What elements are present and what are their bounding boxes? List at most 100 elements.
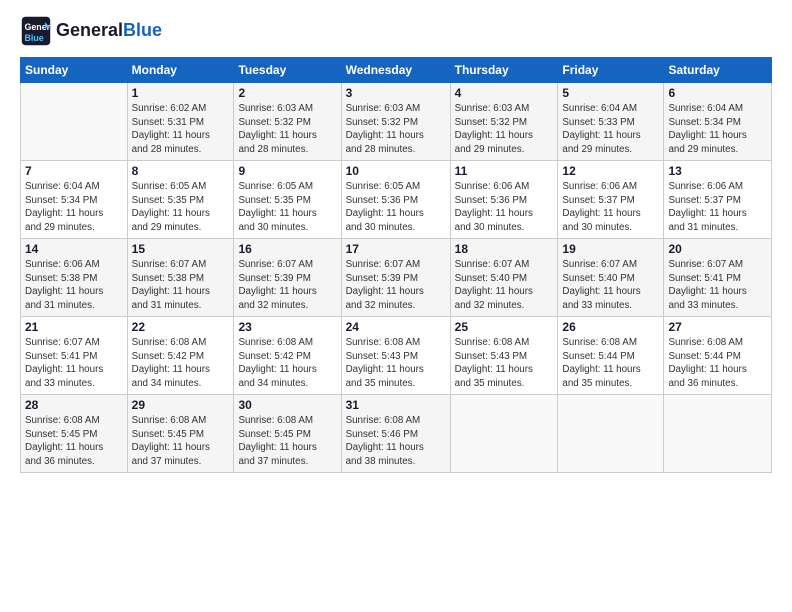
day-info: Sunrise: 6:07 AM Sunset: 5:41 PM Dayligh… xyxy=(25,336,123,391)
calendar-cell: 11 Sunrise: 6:06 AM Sunset: 5:36 PM Dayli… xyxy=(450,161,558,239)
calendar-body: 1 Sunrise: 6:02 AM Sunset: 5:31 PM Daylig… xyxy=(21,83,772,473)
calendar-cell: 24 Sunrise: 6:08 AM Sunset: 5:43 PM Dayli… xyxy=(341,317,450,395)
weekday-header-thursday: Thursday xyxy=(450,58,558,83)
calendar-cell xyxy=(450,395,558,473)
calendar-cell: 12 Sunrise: 6:06 AM Sunset: 5:37 PM Dayli… xyxy=(558,161,664,239)
day-number: 2 xyxy=(238,86,336,100)
calendar-cell: 5 Sunrise: 6:04 AM Sunset: 5:33 PM Daylig… xyxy=(558,83,664,161)
day-info: Sunrise: 6:07 AM Sunset: 5:41 PM Dayligh… xyxy=(668,258,767,313)
calendar-cell: 8Sunrise: 6:05 AM Sunset: 5:35 PM Daylig… xyxy=(127,161,234,239)
weekday-header-friday: Friday xyxy=(558,58,664,83)
day-info: Sunrise: 6:08 AM Sunset: 5:44 PM Dayligh… xyxy=(668,336,767,391)
day-info: Sunrise: 6:06 AM Sunset: 5:36 PM Dayligh… xyxy=(455,180,554,235)
day-number: 10 xyxy=(346,164,446,178)
day-info: Sunrise: 6:07 AM Sunset: 5:39 PM Dayligh… xyxy=(238,258,336,313)
day-number: 1 xyxy=(132,86,230,100)
day-number: 9 xyxy=(238,164,336,178)
day-number: 5 xyxy=(562,86,659,100)
day-number: 31 xyxy=(346,398,446,412)
day-number: 27 xyxy=(668,320,767,334)
day-info: Sunrise: 6:03 AM Sunset: 5:32 PM Dayligh… xyxy=(346,102,446,157)
calendar-week-2: 7 Sunrise: 6:04 AM Sunset: 5:34 PM Daylig… xyxy=(21,161,772,239)
calendar-cell: 19 Sunrise: 6:07 AM Sunset: 5:40 PM Dayli… xyxy=(558,239,664,317)
day-info: Sunrise: 6:04 AM Sunset: 5:34 PM Dayligh… xyxy=(668,102,767,157)
day-info: Sunrise: 6:04 AM Sunset: 5:34 PM Dayligh… xyxy=(25,180,123,235)
calendar-cell: 7 Sunrise: 6:04 AM Sunset: 5:34 PM Daylig… xyxy=(21,161,128,239)
calendar-cell: 4Sunrise: 6:03 AM Sunset: 5:32 PM Daylig… xyxy=(450,83,558,161)
weekday-header-sunday: Sunday xyxy=(21,58,128,83)
weekday-header-row: SundayMondayTuesdayWednesdayThursdayFrid… xyxy=(21,58,772,83)
svg-text:Blue: Blue xyxy=(24,33,43,43)
page: General Blue GeneralBlue SundayMondayTue… xyxy=(0,0,792,612)
calendar-week-1: 1 Sunrise: 6:02 AM Sunset: 5:31 PM Daylig… xyxy=(21,83,772,161)
day-number: 17 xyxy=(346,242,446,256)
day-number: 6 xyxy=(668,86,767,100)
calendar-cell: 29 Sunrise: 6:08 AM Sunset: 5:45 PM Dayli… xyxy=(127,395,234,473)
day-info: Sunrise: 6:07 AM Sunset: 5:40 PM Dayligh… xyxy=(562,258,659,313)
day-info: Sunrise: 6:08 AM Sunset: 5:45 PM Dayligh… xyxy=(238,414,336,469)
calendar-cell: 10Sunrise: 6:05 AM Sunset: 5:36 PM Dayli… xyxy=(341,161,450,239)
day-number: 15 xyxy=(132,242,230,256)
day-number: 26 xyxy=(562,320,659,334)
day-number: 22 xyxy=(132,320,230,334)
day-info: Sunrise: 6:08 AM Sunset: 5:46 PM Dayligh… xyxy=(346,414,446,469)
calendar-cell: 16 Sunrise: 6:07 AM Sunset: 5:39 PM Dayli… xyxy=(234,239,341,317)
day-number: 16 xyxy=(238,242,336,256)
day-info: Sunrise: 6:08 AM Sunset: 5:44 PM Dayligh… xyxy=(562,336,659,391)
day-info: Sunrise: 6:07 AM Sunset: 5:38 PM Dayligh… xyxy=(132,258,230,313)
day-number: 8 xyxy=(132,164,230,178)
day-number: 3 xyxy=(346,86,446,100)
calendar-cell: 25Sunrise: 6:08 AM Sunset: 5:43 PM Dayli… xyxy=(450,317,558,395)
day-number: 7 xyxy=(25,164,123,178)
day-number: 21 xyxy=(25,320,123,334)
logo-text-line1: GeneralBlue xyxy=(56,21,162,41)
day-info: Sunrise: 6:08 AM Sunset: 5:45 PM Dayligh… xyxy=(25,414,123,469)
day-number: 30 xyxy=(238,398,336,412)
calendar-cell: 1 Sunrise: 6:02 AM Sunset: 5:31 PM Daylig… xyxy=(127,83,234,161)
calendar-cell xyxy=(21,83,128,161)
calendar-cell: 31 Sunrise: 6:08 AM Sunset: 5:46 PM Dayli… xyxy=(341,395,450,473)
day-number: 18 xyxy=(455,242,554,256)
calendar-cell: 20 Sunrise: 6:07 AM Sunset: 5:41 PM Dayli… xyxy=(664,239,772,317)
day-info: Sunrise: 6:08 AM Sunset: 5:42 PM Dayligh… xyxy=(238,336,336,391)
day-number: 28 xyxy=(25,398,123,412)
weekday-header-monday: Monday xyxy=(127,58,234,83)
day-number: 14 xyxy=(25,242,123,256)
day-number: 24 xyxy=(346,320,446,334)
calendar-cell: 21 Sunrise: 6:07 AM Sunset: 5:41 PM Dayli… xyxy=(21,317,128,395)
day-info: Sunrise: 6:07 AM Sunset: 5:39 PM Dayligh… xyxy=(346,258,446,313)
day-info: Sunrise: 6:08 AM Sunset: 5:42 PM Dayligh… xyxy=(132,336,230,391)
day-number: 20 xyxy=(668,242,767,256)
day-number: 12 xyxy=(562,164,659,178)
weekday-header-wednesday: Wednesday xyxy=(341,58,450,83)
calendar-cell: 2 Sunrise: 6:03 AM Sunset: 5:32 PM Daylig… xyxy=(234,83,341,161)
calendar-cell: 6 Sunrise: 6:04 AM Sunset: 5:34 PM Daylig… xyxy=(664,83,772,161)
day-number: 4 xyxy=(455,86,554,100)
calendar-cell: 22 Sunrise: 6:08 AM Sunset: 5:42 PM Dayli… xyxy=(127,317,234,395)
day-info: Sunrise: 6:06 AM Sunset: 5:37 PM Dayligh… xyxy=(562,180,659,235)
weekday-header-saturday: Saturday xyxy=(664,58,772,83)
day-info: Sunrise: 6:02 AM Sunset: 5:31 PM Dayligh… xyxy=(132,102,230,157)
calendar-cell: 14Sunrise: 6:06 AM Sunset: 5:38 PM Dayli… xyxy=(21,239,128,317)
day-number: 11 xyxy=(455,164,554,178)
day-number: 13 xyxy=(668,164,767,178)
day-number: 19 xyxy=(562,242,659,256)
calendar-week-3: 14Sunrise: 6:06 AM Sunset: 5:38 PM Dayli… xyxy=(21,239,772,317)
day-number: 29 xyxy=(132,398,230,412)
calendar-table: SundayMondayTuesdayWednesdayThursdayFrid… xyxy=(20,57,772,473)
calendar-week-4: 21 Sunrise: 6:07 AM Sunset: 5:41 PM Dayli… xyxy=(21,317,772,395)
day-info: Sunrise: 6:06 AM Sunset: 5:37 PM Dayligh… xyxy=(668,180,767,235)
calendar-cell: 26 Sunrise: 6:08 AM Sunset: 5:44 PM Dayli… xyxy=(558,317,664,395)
calendar-cell: 15 Sunrise: 6:07 AM Sunset: 5:38 PM Dayli… xyxy=(127,239,234,317)
day-info: Sunrise: 6:03 AM Sunset: 5:32 PM Dayligh… xyxy=(238,102,336,157)
calendar-cell: 23Sunrise: 6:08 AM Sunset: 5:42 PM Dayli… xyxy=(234,317,341,395)
day-info: Sunrise: 6:08 AM Sunset: 5:43 PM Dayligh… xyxy=(455,336,554,391)
day-info: Sunrise: 6:08 AM Sunset: 5:45 PM Dayligh… xyxy=(132,414,230,469)
calendar-cell: 28 Sunrise: 6:08 AM Sunset: 5:45 PM Dayli… xyxy=(21,395,128,473)
calendar-cell: 27 Sunrise: 6:08 AM Sunset: 5:44 PM Dayli… xyxy=(664,317,772,395)
day-info: Sunrise: 6:08 AM Sunset: 5:43 PM Dayligh… xyxy=(346,336,446,391)
day-info: Sunrise: 6:04 AM Sunset: 5:33 PM Dayligh… xyxy=(562,102,659,157)
calendar-cell: 3 Sunrise: 6:03 AM Sunset: 5:32 PM Daylig… xyxy=(341,83,450,161)
weekday-header-tuesday: Tuesday xyxy=(234,58,341,83)
calendar-cell xyxy=(558,395,664,473)
